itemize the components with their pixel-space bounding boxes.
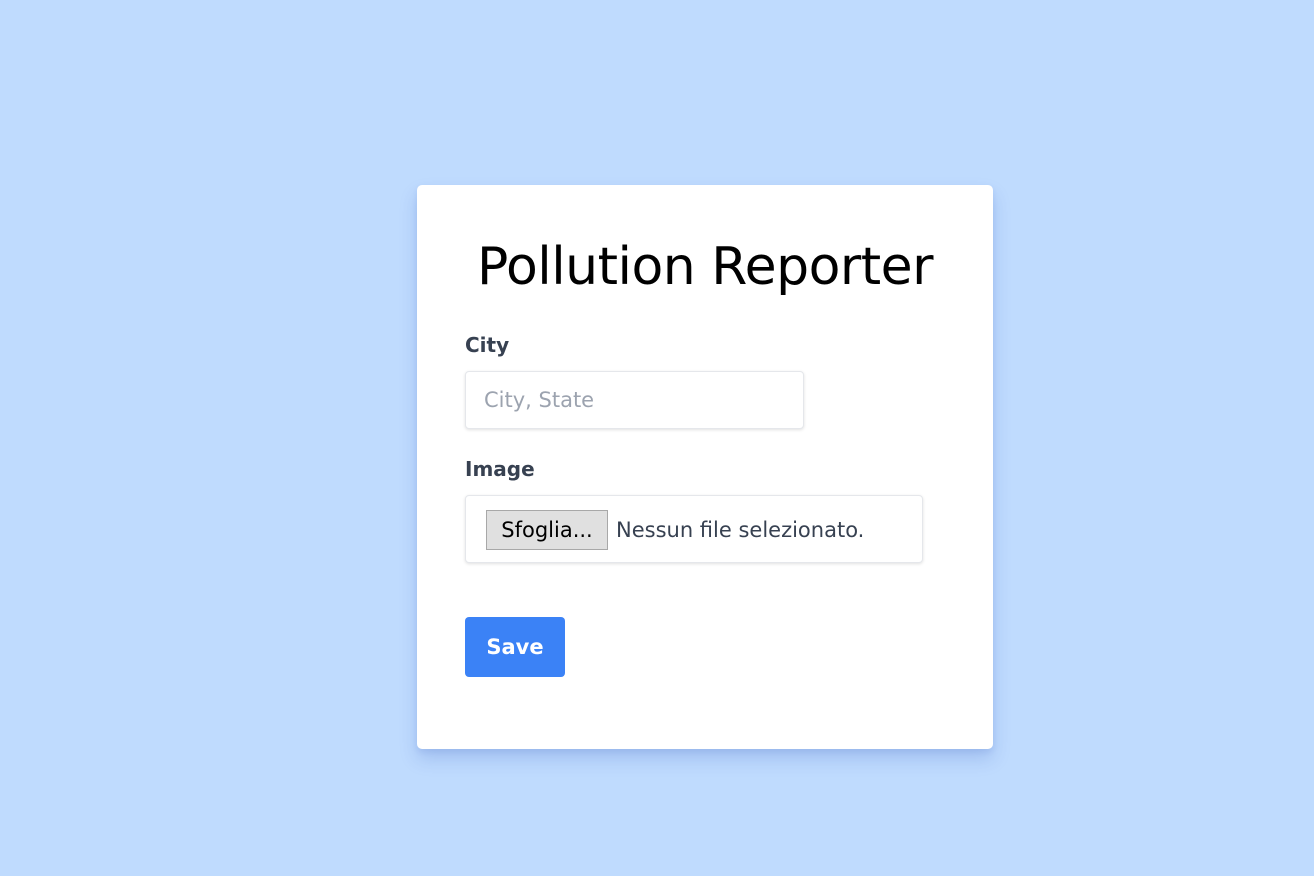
report-card: Pollution Reporter City Image Sfoglia...… [417, 185, 993, 749]
browse-button[interactable]: Sfoglia... [486, 510, 608, 550]
city-label: City [465, 333, 510, 357]
image-file-input[interactable]: Sfoglia... Nessun file selezionato. [465, 495, 923, 563]
file-status-text: Nessun file selezionato. [616, 518, 865, 542]
image-label: Image [465, 457, 535, 481]
city-input[interactable] [465, 371, 804, 429]
page-title: Pollution Reporter [476, 237, 934, 297]
save-button[interactable]: Save [465, 617, 565, 677]
